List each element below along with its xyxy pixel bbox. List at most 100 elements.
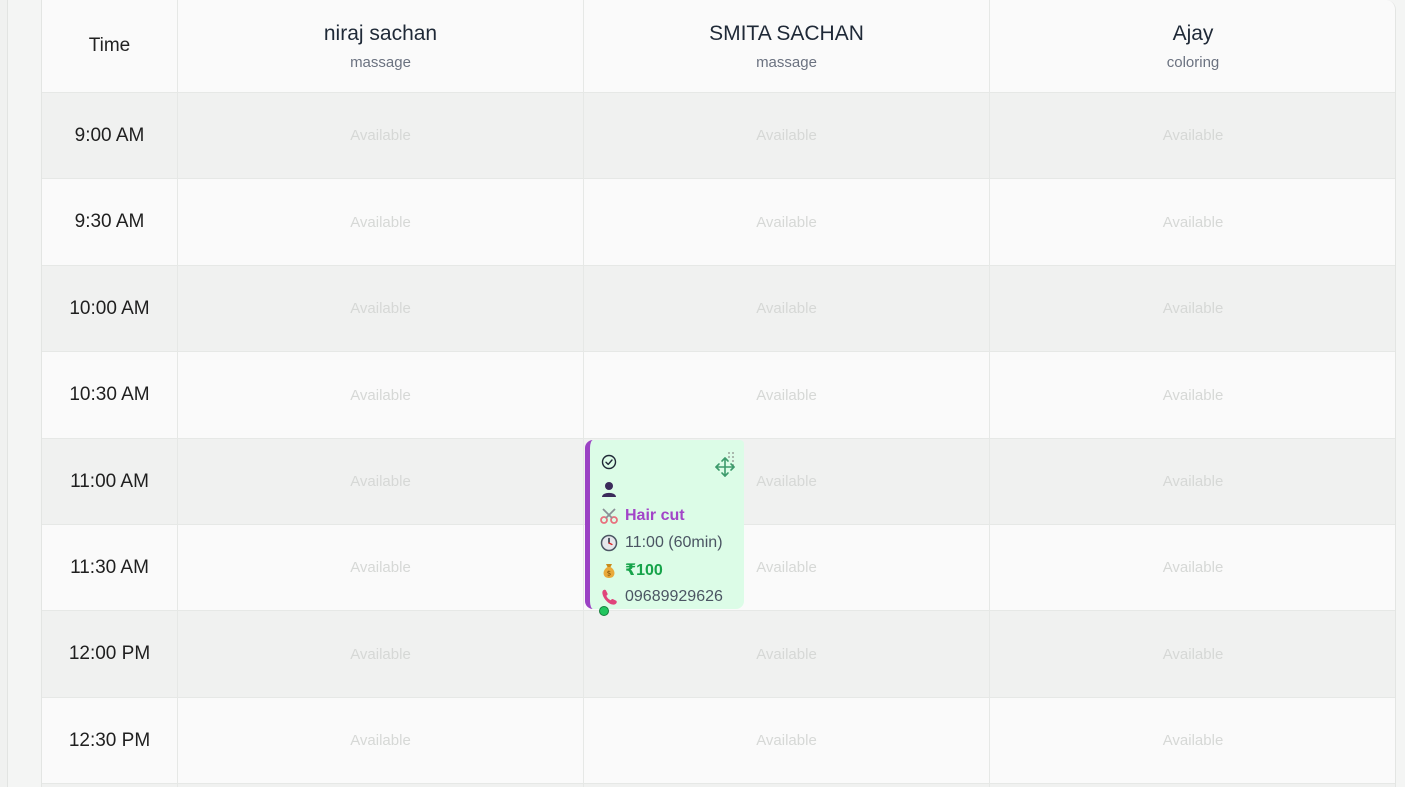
user-icon — [600, 480, 618, 498]
staff-service: coloring — [1166, 54, 1220, 71]
resize-handle[interactable] — [599, 606, 609, 616]
slot-cell[interactable]: Available — [990, 93, 1395, 178]
slot-cell[interactable]: Available — [178, 525, 584, 610]
available-label: Available — [350, 645, 411, 663]
available-label: Available — [1162, 213, 1224, 231]
time-slot-row: 9:00 AM Available Available Available — [42, 93, 1395, 179]
available-label: Available — [350, 213, 411, 231]
slot-cell[interactable]: Available — [178, 266, 584, 351]
time-slot-row: 9:30 AM Available Available Available — [42, 179, 1395, 266]
available-label: Available — [1162, 732, 1224, 749]
available-label: Available — [350, 559, 411, 576]
slot-cell[interactable]: Available — [584, 698, 990, 783]
slot-cell[interactable]: Available — [990, 352, 1395, 438]
appointment-service-line: Hair cut — [600, 502, 744, 529]
available-label: Available — [1162, 645, 1224, 663]
staff-header-niraj: niraj sachan massage — [178, 0, 584, 92]
slot-cell[interactable]: Available — [178, 439, 584, 524]
time-header-label: Time — [88, 35, 131, 56]
staff-service: massage — [756, 54, 817, 71]
staff-service: massage — [350, 54, 411, 71]
time-label: 9:00 AM — [74, 124, 145, 146]
slot-cell[interactable]: Available — [990, 525, 1395, 610]
slot-cell[interactable]: Available — [584, 266, 990, 351]
slot-cell[interactable]: Available — [178, 93, 584, 178]
available-label: Available — [1162, 559, 1224, 576]
slot-cell[interactable]: Available — [990, 266, 1395, 351]
available-label: Available — [756, 645, 817, 663]
time-label: 9:30 AM — [74, 211, 145, 232]
available-label: Available — [756, 300, 817, 317]
slot-cell[interactable]: Available — [178, 352, 584, 438]
appointment-time-line: 11:00 (60min) — [600, 529, 744, 556]
available-label: Available — [350, 127, 411, 144]
available-label: Available — [756, 559, 817, 576]
time-cell: 12:00 PM — [42, 611, 178, 697]
time-label: 10:30 AM — [69, 384, 150, 405]
staff-name: niraj sachan — [323, 22, 438, 45]
available-label: Available — [1162, 386, 1224, 404]
time-label: 12:00 PM — [68, 643, 151, 664]
time-slot-row: 12:30 PM Available Available Available — [42, 698, 1395, 784]
available-label: Available — [350, 300, 411, 317]
time-label: 11:00 AM — [70, 470, 149, 492]
time-column-header: Time — [42, 0, 178, 92]
time-label: 10:00 AM — [69, 297, 150, 319]
slot-cell[interactable]: Available — [584, 179, 990, 265]
slot-cell[interactable]: Available — [584, 611, 990, 697]
slot-cell[interactable]: Available — [990, 439, 1395, 524]
phone-icon — [600, 588, 618, 606]
available-label: Available — [350, 386, 411, 404]
slot-cell[interactable]: Available — [178, 611, 584, 697]
available-label: Available — [756, 386, 817, 404]
sidebar-edge — [0, 0, 8, 787]
available-label: Available — [756, 473, 817, 490]
available-label: Available — [1162, 473, 1224, 490]
time-cell: 11:30 AM — [42, 525, 178, 610]
slot-cell[interactable]: Available — [990, 179, 1395, 265]
available-label: Available — [350, 732, 411, 749]
time-slot-row: 10:00 AM Available Available Available — [42, 266, 1395, 352]
appointment-card[interactable]: Hair cut 11:00 (60min) $ ₹100 0968992962… — [585, 440, 744, 609]
clock-icon — [600, 534, 618, 552]
time-cell: 10:00 AM — [42, 266, 178, 351]
grid-header: Time niraj sachan massage SMITA SACHAN m… — [42, 0, 1395, 93]
staff-header-smita: SMITA SACHAN massage — [584, 0, 990, 92]
time-slot-row: 12:00 PM Available Available Available — [42, 611, 1395, 698]
svg-text:$: $ — [607, 569, 611, 577]
schedule-page: Time niraj sachan massage SMITA SACHAN m… — [0, 0, 1405, 787]
appointment-price: ₹100 — [625, 561, 663, 579]
appointment-service: Hair cut — [625, 506, 685, 524]
available-label: Available — [756, 732, 817, 749]
time-cell: 9:00 AM — [42, 93, 178, 178]
appointment-phone-line: 09689929626 — [600, 583, 744, 610]
appointment-phone: 09689929626 — [625, 587, 723, 605]
appointment-time: 11:00 (60min) — [625, 533, 723, 551]
available-label: Available — [756, 127, 817, 144]
slot-cell[interactable]: Available — [990, 698, 1395, 783]
staff-header-ajay: Ajay coloring — [990, 0, 1395, 92]
time-cell: 10:30 AM — [42, 352, 178, 438]
available-label: Available — [756, 213, 817, 231]
slot-cell[interactable]: Available — [178, 179, 584, 265]
available-label: Available — [350, 473, 411, 490]
appointment-price-line: $ ₹100 — [600, 556, 744, 583]
scissors-icon — [600, 507, 618, 525]
schedule-grid: Time niraj sachan massage SMITA SACHAN m… — [41, 0, 1396, 787]
move-icon[interactable] — [714, 450, 740, 478]
staff-name: SMITA SACHAN — [709, 22, 864, 45]
slot-cell[interactable]: Available — [178, 698, 584, 783]
slot-cell[interactable]: Available — [584, 93, 990, 178]
staff-name: Ajay — [1172, 22, 1214, 45]
slot-cell[interactable]: Available — [990, 611, 1395, 697]
time-label: 12:30 PM — [68, 729, 151, 751]
time-slot-row: 10:30 AM Available Available Available — [42, 352, 1395, 439]
appointment-client-line — [600, 475, 744, 502]
time-cell: 9:30 AM — [42, 179, 178, 265]
slot-cell[interactable]: Available — [584, 352, 990, 438]
check-circle-icon — [600, 453, 618, 471]
time-label: 11:30 AM — [70, 556, 149, 578]
time-cell: 12:30 PM — [42, 698, 178, 783]
available-label: Available — [1162, 127, 1224, 144]
money-bag-icon: $ — [600, 561, 618, 579]
